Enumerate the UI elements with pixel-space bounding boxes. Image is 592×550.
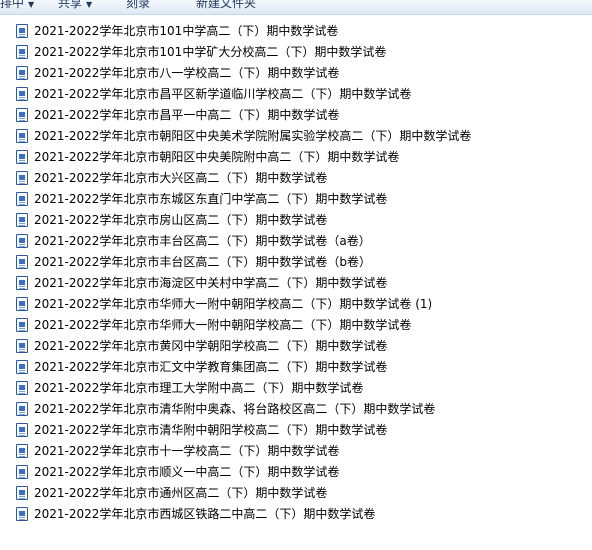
word-document-icon xyxy=(16,422,28,437)
word-document-icon xyxy=(16,128,28,143)
file-name: 2021-2022学年北京市朝阳区中央美术学院附属实验学校高二（下）期中数学试卷 xyxy=(34,129,472,143)
file-name: 2021-2022学年北京市丰台区高二（下）期中数学试卷（a卷） xyxy=(34,234,371,248)
word-document-icon xyxy=(16,464,28,479)
word-document-icon xyxy=(16,23,28,38)
file-item[interactable]: 2021-2022学年北京市丰台区高二（下）期中数学试卷（a卷） xyxy=(0,230,592,251)
word-document-icon xyxy=(16,443,28,458)
file-name: 2021-2022学年北京市西城区铁路二中高二（下）期中数学试卷 xyxy=(34,507,376,521)
file-name: 2021-2022学年北京市通州区高二（下）期中数学试卷 xyxy=(34,486,328,500)
word-document-icon xyxy=(16,275,28,290)
toolbar-share-button[interactable]: 共享 ▼ xyxy=(58,0,92,12)
word-document-icon xyxy=(16,86,28,101)
word-document-icon xyxy=(16,401,28,416)
file-item[interactable]: 2021-2022学年北京市华师大一附中朝阳学校高二（下）期中数学试卷 xyxy=(0,314,592,335)
toolbar-burn-button[interactable]: 刻录 xyxy=(126,0,150,12)
file-item[interactable]: 2021-2022学年北京市朝阳区中央美术学院附属实验学校高二（下）期中数学试卷 xyxy=(0,125,592,146)
word-document-icon xyxy=(16,338,28,353)
file-item[interactable]: 2021-2022学年北京市八一学校高二（下）期中数学试卷 xyxy=(0,62,592,83)
file-item[interactable]: 2021-2022学年北京市昌平区新学道临川学校高二（下）期中数学试卷 xyxy=(0,83,592,104)
word-document-icon xyxy=(16,485,28,500)
file-name: 2021-2022学年北京市清华附中朝阳学校高二（下）期中数学试卷 xyxy=(34,423,388,437)
explorer-toolbar: 排中 ▼ 共享 ▼ 刻录 新建文件夹 xyxy=(0,0,592,15)
word-document-icon xyxy=(16,212,28,227)
file-name: 2021-2022学年北京市101中学高二（下）期中数学试卷 xyxy=(34,24,339,38)
word-document-icon xyxy=(16,170,28,185)
file-item[interactable]: 2021-2022学年北京市101中学高二（下）期中数学试卷 xyxy=(0,20,592,41)
file-item[interactable]: 2021-2022学年北京市大兴区高二（下）期中数学试卷 xyxy=(0,167,592,188)
file-item[interactable]: 2021-2022学年北京市汇文中学教育集团高二（下）期中数学试卷 xyxy=(0,356,592,377)
file-name: 2021-2022学年北京市101中学矿大分校高二（下）期中数学试卷 xyxy=(34,45,387,59)
file-name: 2021-2022学年北京市清华附中奥森、将台路校区高二（下）期中数学试卷 xyxy=(34,402,436,416)
word-document-icon xyxy=(16,233,28,248)
file-name: 2021-2022学年北京市理工大学附中高二（下）期中数学试卷 xyxy=(34,381,364,395)
word-document-icon xyxy=(16,65,28,80)
file-name: 2021-2022学年北京市丰台区高二（下）期中数学试卷（b卷） xyxy=(34,255,372,269)
toolbar-burn-label: 刻录 xyxy=(126,0,151,10)
file-item[interactable]: 2021-2022学年北京市西城区铁路二中高二（下）期中数学试卷 xyxy=(0,503,592,524)
word-document-icon xyxy=(16,506,28,521)
file-name: 2021-2022学年北京市十一学校高二（下）期中数学试卷 xyxy=(34,444,340,458)
word-document-icon xyxy=(16,149,28,164)
word-document-icon xyxy=(16,44,28,59)
word-document-icon xyxy=(16,254,28,269)
file-name: 2021-2022学年北京市东城区东直门中学高二（下）期中数学试卷 xyxy=(34,192,388,206)
word-document-icon xyxy=(16,359,28,374)
word-document-icon xyxy=(16,296,28,311)
toolbar-new-folder-label: 新建文件夹 xyxy=(196,0,257,10)
file-item[interactable]: 2021-2022学年北京市通州区高二（下）期中数学试卷 xyxy=(0,482,592,503)
toolbar-new-folder-button[interactable]: 新建文件夹 xyxy=(196,0,256,12)
chevron-down-icon: ▼ xyxy=(28,0,35,9)
file-name: 2021-2022学年北京市黄冈中学朝阳学校高二（下）期中数学试卷 xyxy=(34,339,388,353)
file-item[interactable]: 2021-2022学年北京市海淀区中关村中学高二（下）期中数学试卷 xyxy=(0,272,592,293)
file-name: 2021-2022学年北京市房山区高二（下）期中数学试卷 xyxy=(34,213,328,227)
file-name: 2021-2022学年北京市华师大一附中朝阳学校高二（下）期中数学试卷 (1) xyxy=(34,297,433,311)
file-name: 2021-2022学年北京市八一学校高二（下）期中数学试卷 xyxy=(34,66,340,80)
file-item[interactable]: 2021-2022学年北京市十一学校高二（下）期中数学试卷 xyxy=(0,440,592,461)
file-name: 2021-2022学年北京市海淀区中关村中学高二（下）期中数学试卷 xyxy=(34,276,388,290)
file-name: 2021-2022学年北京市顺义一中高二（下）期中数学试卷 xyxy=(34,465,340,479)
word-document-icon xyxy=(16,317,28,332)
toolbar-organize-label: 排中 xyxy=(0,0,25,10)
file-name: 2021-2022学年北京市汇文中学教育集团高二（下）期中数学试卷 xyxy=(34,360,388,374)
file-item[interactable]: 2021-2022学年北京市顺义一中高二（下）期中数学试卷 xyxy=(0,461,592,482)
file-name: 2021-2022学年北京市朝阳区中央美院附中高二（下）期中数学试卷 xyxy=(34,150,400,164)
file-name: 2021-2022学年北京市昌平区新学道临川学校高二（下）期中数学试卷 xyxy=(34,87,412,101)
file-name: 2021-2022学年北京市大兴区高二（下）期中数学试卷 xyxy=(34,171,328,185)
toolbar-organize-button[interactable]: 排中 ▼ xyxy=(0,0,34,12)
file-name: 2021-2022学年北京市华师大一附中朝阳学校高二（下）期中数学试卷 xyxy=(34,318,412,332)
word-document-icon xyxy=(16,380,28,395)
file-item[interactable]: 2021-2022学年北京市东城区东直门中学高二（下）期中数学试卷 xyxy=(0,188,592,209)
file-item[interactable]: 2021-2022学年北京市101中学矿大分校高二（下）期中数学试卷 xyxy=(0,41,592,62)
file-item[interactable]: 2021-2022学年北京市昌平一中高二（下）期中数学试卷 xyxy=(0,104,592,125)
file-item[interactable]: 2021-2022学年北京市清华附中奥森、将台路校区高二（下）期中数学试卷 xyxy=(0,398,592,419)
toolbar-share-label: 共享 xyxy=(58,0,83,10)
word-document-icon xyxy=(16,107,28,122)
file-item[interactable]: 2021-2022学年北京市清华附中朝阳学校高二（下）期中数学试卷 xyxy=(0,419,592,440)
file-list: 2021-2022学年北京市101中学高二（下）期中数学试卷 2021-2022学… xyxy=(0,20,592,524)
file-item[interactable]: 2021-2022学年北京市房山区高二（下）期中数学试卷 xyxy=(0,209,592,230)
file-item[interactable]: 2021-2022学年北京市华师大一附中朝阳学校高二（下）期中数学试卷 (1) xyxy=(0,293,592,314)
file-item[interactable]: 2021-2022学年北京市朝阳区中央美院附中高二（下）期中数学试卷 xyxy=(0,146,592,167)
file-name: 2021-2022学年北京市昌平一中高二（下）期中数学试卷 xyxy=(34,108,340,122)
file-item[interactable]: 2021-2022学年北京市理工大学附中高二（下）期中数学试卷 xyxy=(0,377,592,398)
chevron-down-icon: ▼ xyxy=(86,0,93,9)
file-item[interactable]: 2021-2022学年北京市丰台区高二（下）期中数学试卷（b卷） xyxy=(0,251,592,272)
file-item[interactable]: 2021-2022学年北京市黄冈中学朝阳学校高二（下）期中数学试卷 xyxy=(0,335,592,356)
word-document-icon xyxy=(16,191,28,206)
